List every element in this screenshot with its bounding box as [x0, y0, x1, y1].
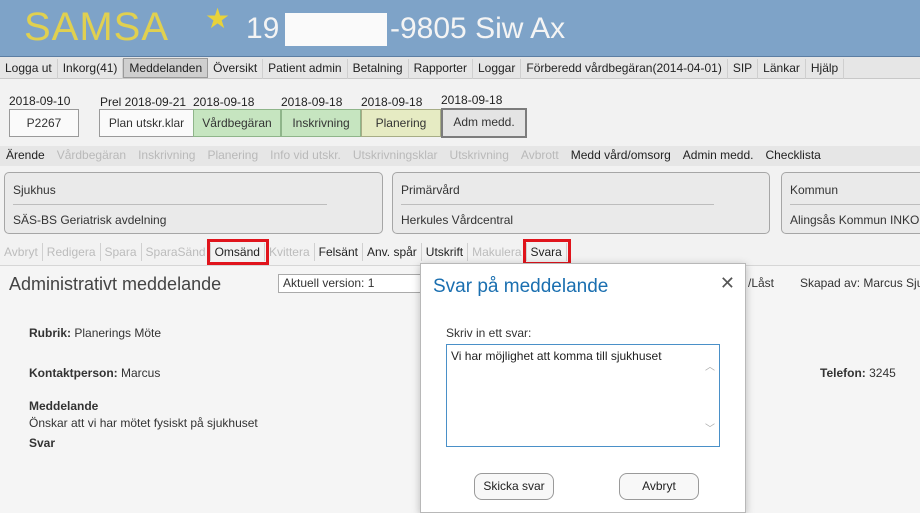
scroll-down-icon[interactable]: ﹀ — [705, 420, 715, 435]
card-title: Primärvård — [401, 183, 460, 197]
case-menu-admin-medd[interactable]: Admin medd. — [677, 146, 760, 164]
case-menu-inskrivning[interactable]: Inskrivning — [132, 146, 201, 164]
menu-loggar[interactable]: Loggar — [473, 59, 522, 79]
case-menu-utskrivning[interactable]: Utskrivning — [444, 146, 515, 164]
menu-forberedd-vardbegaran[interactable]: Förberedd vårdbegäran(2014-04-01) — [521, 59, 728, 79]
dialog-title: Svar på meddelande — [433, 276, 609, 297]
svar-heading: Svar — [29, 436, 56, 450]
redacted-block — [285, 13, 387, 46]
reply-textarea[interactable]: Vi har möjlighet att komma till sjukhuse… — [446, 344, 720, 447]
telefon-value: 3245 — [869, 366, 896, 380]
rubrik-value: Planerings Möte — [74, 326, 162, 340]
patient-id-prefix: 19 — [246, 12, 280, 45]
card-value: Alingsås Kommun INKORG — [790, 213, 920, 227]
lock-status: /Låst — [748, 276, 775, 290]
action-bar: Avbryt Redigera Spara SparaSänd Omsänd Kvitte… — [0, 239, 920, 265]
timeline-step-inskrivning[interactable]: Inskrivning — [281, 109, 361, 137]
timeline-date-adm-medd: 2018-09-18 — [441, 93, 503, 107]
menu-lankar[interactable]: Länkar — [758, 59, 806, 79]
menu-meddelanden[interactable]: Meddelanden — [123, 58, 209, 78]
app-header: SAMSA ★ 19 -9805 Siw Ax — [0, 0, 920, 57]
case-menu-info-vid-utskr[interactable]: Info vid utskr. — [264, 146, 347, 164]
card-value: SÄS-BS Geriatrisk avdelning — [13, 213, 167, 227]
kontakt-field: Kontaktperson: Marcus — [29, 366, 160, 380]
scroll-up-icon[interactable]: ︿ — [705, 358, 715, 373]
case-menu-vardbegaran[interactable]: Vårdbegäran — [51, 146, 132, 164]
card-value: Herkules Vårdcentral — [401, 213, 514, 227]
send-reply-button[interactable]: Skicka svar — [474, 473, 554, 500]
menu-inkorg[interactable]: Inkorg(41) — [58, 59, 124, 79]
app-logo: SAMSA — [24, 5, 170, 49]
menu-oversikt[interactable]: Översikt — [208, 59, 264, 79]
menu-rapporter[interactable]: Rapporter — [409, 59, 473, 79]
telefon-label: Telefon: — [820, 366, 866, 380]
card-title: Kommun — [790, 183, 839, 197]
action-anv-spar[interactable]: Anv. spår — [363, 243, 422, 261]
case-menu-planering[interactable]: Planering — [201, 146, 264, 164]
reply-dialog: Svar på meddelande ✕ Skriv in ett svar: … — [420, 263, 746, 513]
action-svara[interactable]: Svara — [522, 239, 571, 265]
meddelande-heading: Meddelande — [29, 399, 99, 413]
menu-sip[interactable]: SIP — [728, 59, 759, 79]
card-primarvard: Primärvård Herkules Vårdcentral — [392, 172, 770, 234]
menu-logga-ut[interactable]: Logga ut — [0, 59, 58, 79]
action-makulera[interactable]: Makulera — [468, 243, 527, 261]
menu-hjalp[interactable]: Hjälp — [806, 59, 845, 79]
card-kommun: Kommun Alingsås Kommun INKORG — [781, 172, 920, 234]
menu-patient-admin[interactable]: Patient admin — [263, 59, 348, 79]
timeline-start-box[interactable]: P2267 — [9, 109, 79, 137]
rubrik-label: Rubrik: — [29, 326, 71, 340]
timeline-plan-utskr[interactable]: Plan utskr.klar — [99, 109, 194, 137]
patient-id-name: -9805 Siw Ax — [390, 12, 566, 45]
action-felsant[interactable]: Felsänt — [315, 243, 363, 261]
case-menu: Ärende Vårdbegäran Inskrivning Planering Inf… — [0, 146, 920, 166]
process-timeline: 2018-09-10 P2267 Prel 2018-09-21 Plan ut… — [0, 80, 920, 145]
timeline-date-vardbegaran: 2018-09-18 — [193, 95, 255, 109]
action-kvittera[interactable]: Kvittera — [265, 243, 315, 261]
case-menu-avbrott[interactable]: Avbrott — [515, 146, 565, 164]
created-by: Skapad av: Marcus Sjul — [800, 276, 920, 290]
case-menu-checklista[interactable]: Checklista — [759, 146, 826, 164]
meddelande-label: Meddelande — [29, 399, 98, 413]
card-sjukhus: Sjukhus SÄS-BS Geriatrisk avdelning — [4, 172, 383, 234]
menu-betalning[interactable]: Betalning — [348, 59, 409, 79]
case-menu-utskrivningsklar[interactable]: Utskrivningsklar — [347, 146, 444, 164]
timeline-step-adm-medd[interactable]: Adm medd. — [441, 108, 527, 138]
action-avbryt[interactable]: Avbryt — [0, 243, 43, 261]
telefon-field: Telefon: 3245 — [820, 366, 896, 380]
close-icon[interactable]: ✕ — [720, 274, 735, 292]
timeline-date-planering: 2018-09-18 — [361, 95, 423, 109]
timeline-start-date: 2018-09-10 — [9, 94, 71, 108]
case-menu-medd-vard-omsorg[interactable]: Medd vård/omsorg — [565, 146, 677, 164]
kontakt-label: Kontaktperson: — [29, 366, 118, 380]
action-utskrift[interactable]: Utskrift — [422, 243, 469, 261]
card-title: Sjukhus — [13, 183, 56, 197]
star-icon[interactable]: ★ — [205, 2, 230, 35]
reply-label: Skriv in ett svar: — [446, 326, 532, 340]
rubrik-field: Rubrik: Planerings Möte — [29, 326, 161, 340]
card-divider — [13, 204, 327, 205]
card-divider — [790, 204, 920, 205]
cancel-button[interactable]: Avbryt — [619, 473, 699, 500]
action-redigera[interactable]: Redigera — [43, 243, 101, 261]
timeline-step-vardbegaran[interactable]: Vårdbegäran — [193, 109, 281, 137]
timeline-step-planering[interactable]: Planering — [361, 109, 441, 137]
action-spara[interactable]: Spara — [101, 243, 142, 261]
timeline-prel-date: Prel 2018-09-21 — [100, 95, 187, 109]
action-omsand[interactable]: Omsänd — [206, 239, 269, 265]
meddelande-value: Önskar att vi har mötet fysiskt på sjukh… — [29, 416, 258, 430]
svar-label: Svar — [29, 436, 55, 450]
main-menu: Logga ut Inkorg(41) Meddelanden Översikt Pat… — [0, 57, 920, 79]
card-divider — [401, 204, 714, 205]
kontakt-value: Marcus — [121, 366, 161, 380]
version-select[interactable]: Aktuell version: 1 — [278, 274, 428, 293]
page-title: Administrativt meddelande — [9, 274, 222, 294]
timeline-date-inskrivning: 2018-09-18 — [281, 95, 343, 109]
case-menu-arende[interactable]: Ärende — [0, 146, 51, 164]
action-sparasand[interactable]: SparaSänd — [142, 243, 211, 261]
